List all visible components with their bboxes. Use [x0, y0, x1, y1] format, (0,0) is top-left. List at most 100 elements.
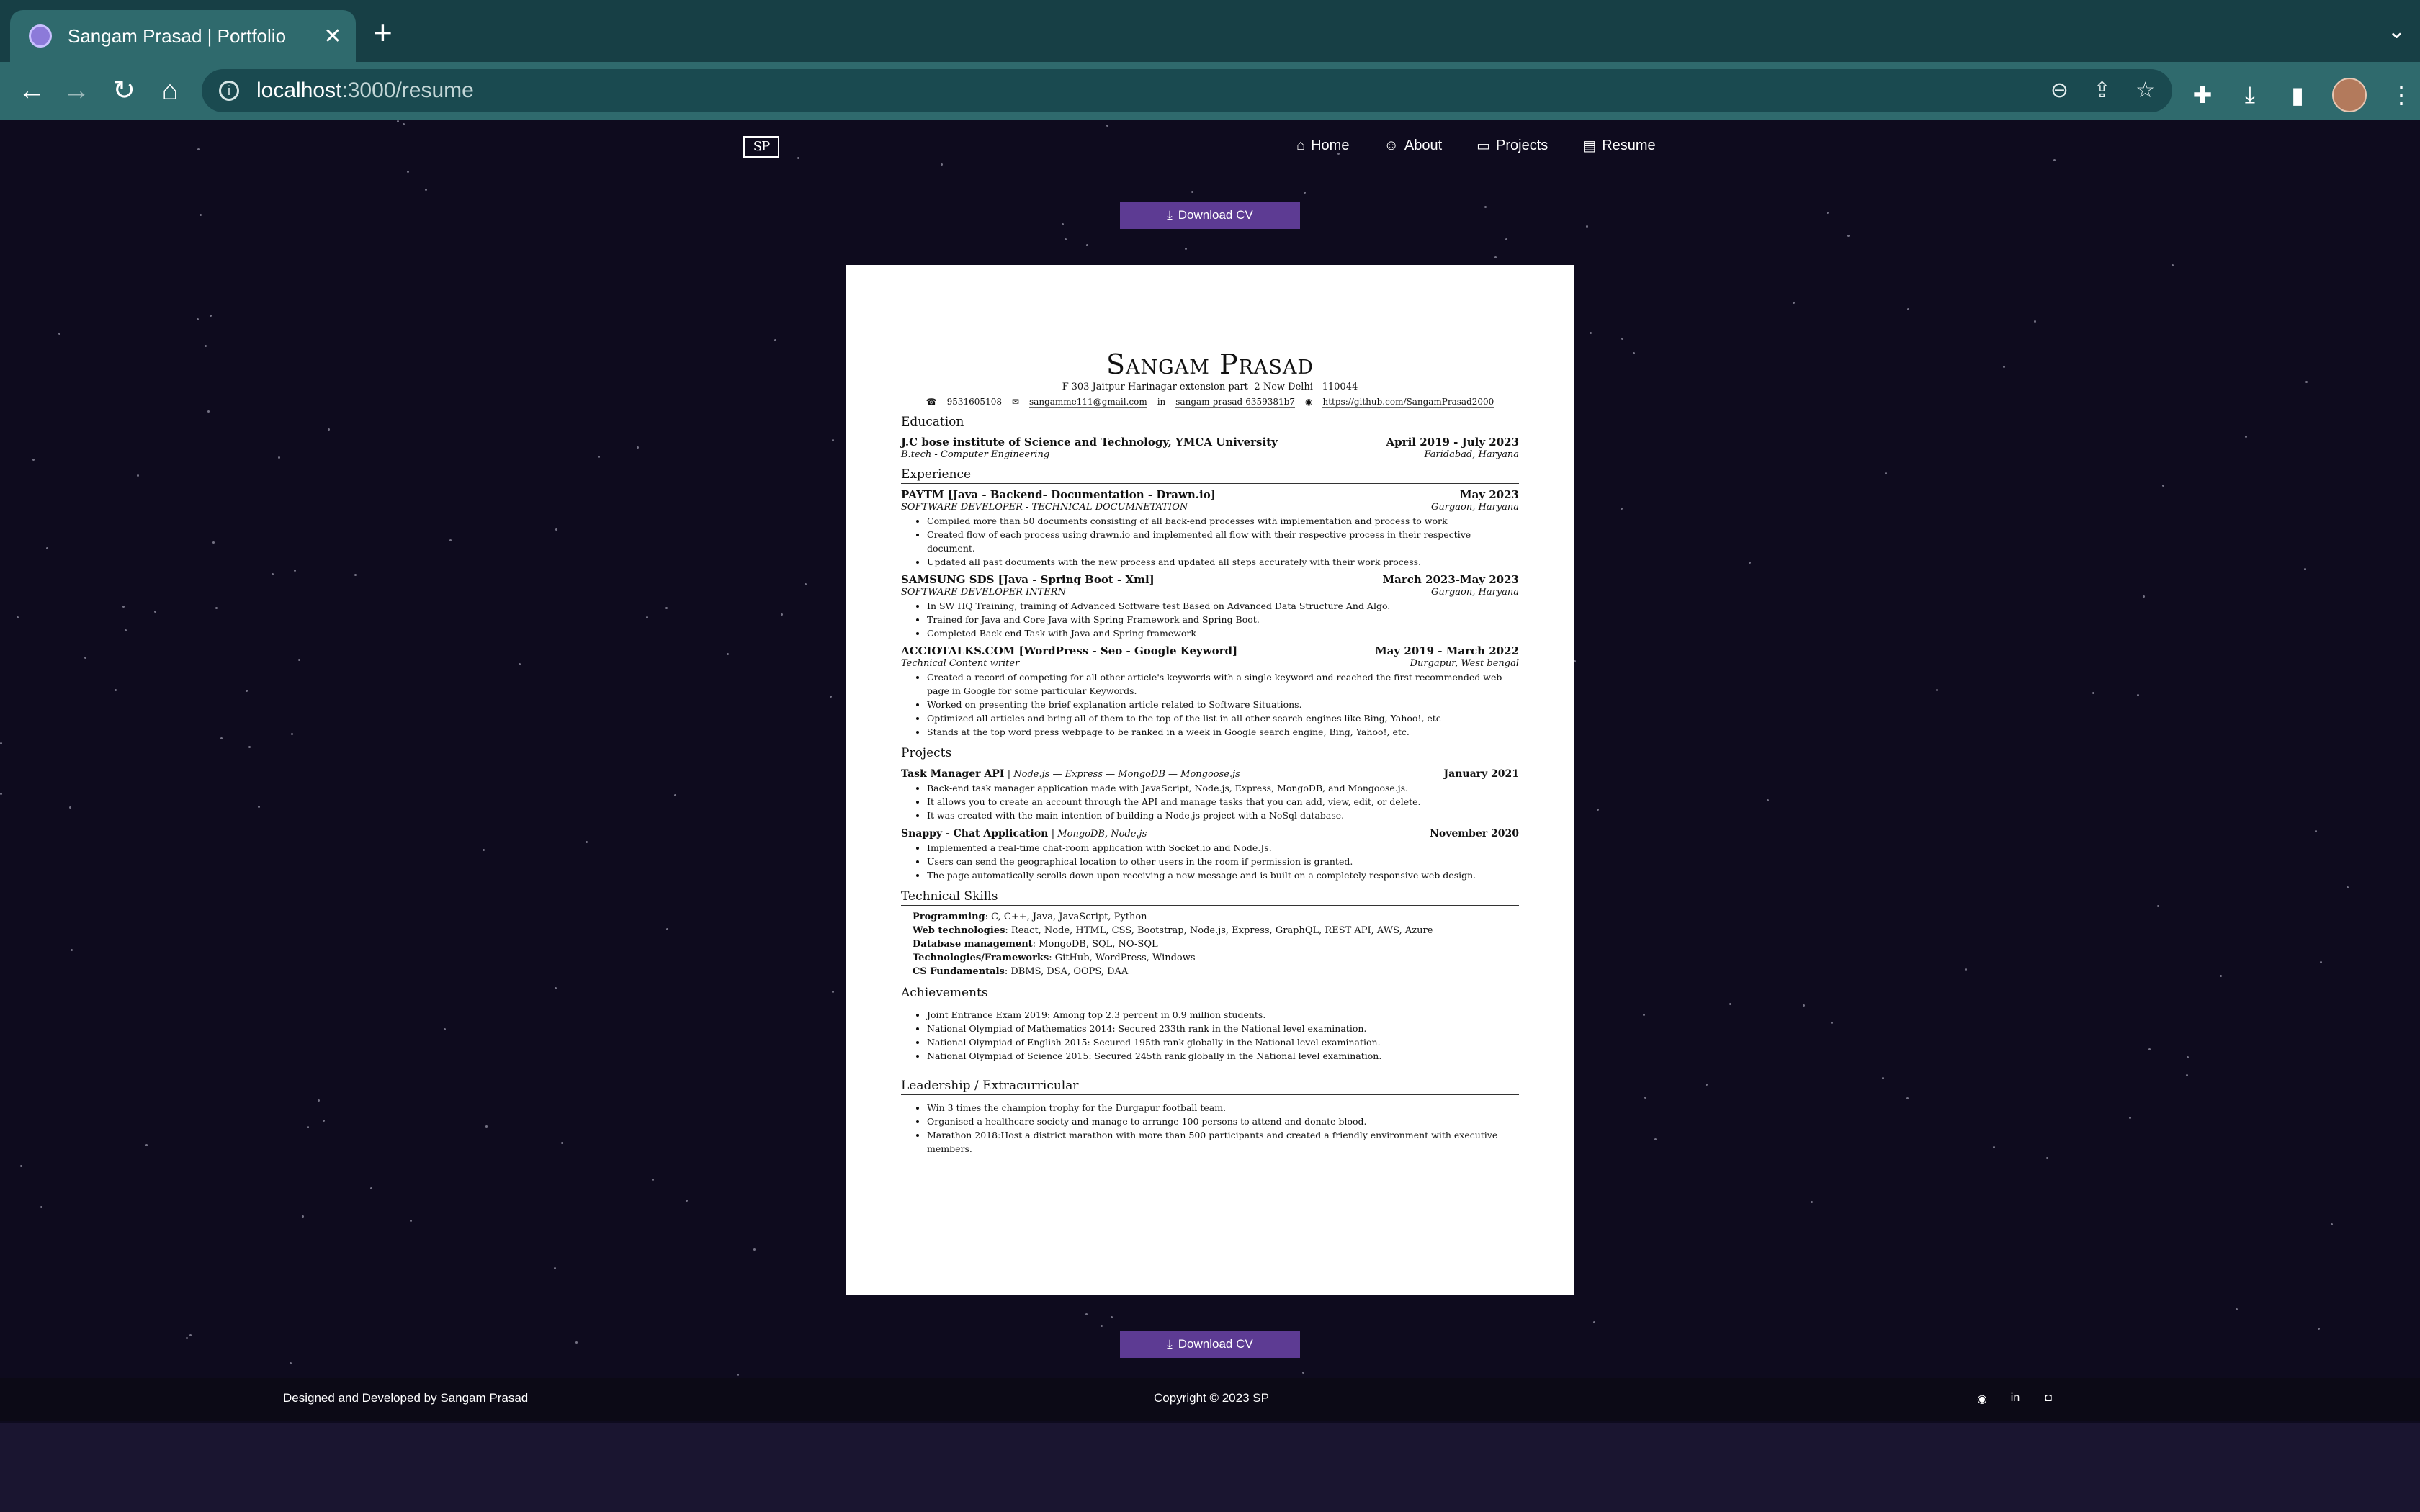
nav-home[interactable]: ⌂ Home [1296, 137, 1349, 155]
star-dot [555, 987, 557, 989]
zoom-icon[interactable]: ⊖ [2051, 78, 2069, 103]
star-dot [307, 1126, 309, 1128]
star-dot [71, 949, 73, 951]
star-dot [586, 841, 588, 843]
kebab-menu-icon[interactable]: ⋮ [2388, 81, 2414, 109]
extensions-puzzle-icon[interactable]: ✚ [2190, 81, 2215, 109]
download-cv-button-bottom[interactable]: ⤓ Download CV [1120, 1331, 1300, 1358]
star-dot [397, 120, 399, 122]
star-dot [2220, 975, 2222, 977]
star-dot [483, 849, 485, 851]
resume-address: F-303 Jaitpur Harinagar extension part -… [1062, 382, 1358, 392]
star-dot [2148, 1048, 2151, 1050]
footer-copyright: Copyright © 2023 SP [1154, 1391, 1269, 1405]
star-dot [69, 806, 71, 809]
address-bar[interactable]: i localhost:3000/resume ⊖ ⇪ ☆ [202, 69, 2172, 112]
url-text[interactable]: localhost:3000/resume [256, 78, 474, 103]
list-item: Joint Entrance Exam 2019: Among top 2.3 … [927, 1008, 1519, 1022]
star-dot [272, 573, 274, 575]
star-dot [1185, 248, 1187, 250]
nav-projects[interactable]: ▭ Projects [1476, 137, 1548, 155]
star-dot [278, 456, 280, 459]
star-dot [1793, 302, 1795, 304]
new-tab-button[interactable]: + [373, 16, 393, 49]
star-dot [805, 583, 807, 585]
education-row: J.C bose institute of Science and Techno… [901, 436, 1519, 449]
list-item: In SW HQ Training, training of Advanced … [927, 599, 1519, 613]
star-dot [0, 742, 2, 744]
footer-credit: Designed and Developed by Sangam Prasad [283, 1391, 529, 1405]
chevron-down-icon[interactable]: ⌄ [2388, 19, 2406, 44]
star-dot [485, 1125, 488, 1128]
linkedin-icon[interactable]: in [2009, 1392, 2021, 1406]
list-item: It allows you to create an account throu… [927, 795, 1519, 809]
star-dot [354, 574, 357, 576]
star-dot [2157, 905, 2159, 907]
share-icon[interactable]: ⇪ [2093, 78, 2111, 103]
bookmark-star-icon[interactable]: ☆ [2136, 78, 2155, 103]
skill-row: CS Fundamentals: DBMS, DSA, OOPS, DAA [913, 966, 1129, 977]
download-cv-button-top[interactable]: ⤓ Download CV [1120, 202, 1300, 229]
star-dot [205, 345, 207, 347]
star-dot [774, 339, 776, 341]
resume-document: Sangam Prasad F-303 Jaitpur Harinagar ex… [846, 265, 1574, 1295]
github-icon[interactable]: ◉ [1976, 1392, 1988, 1406]
linkedin-icon: in [1157, 397, 1166, 407]
star-dot [328, 428, 330, 431]
nav-resume[interactable]: ▤ Resume [1582, 137, 1655, 155]
star-dot [302, 1215, 304, 1218]
star-dot [1586, 225, 1588, 228]
star-dot [290, 1362, 292, 1364]
star-dot [370, 1187, 372, 1189]
star-dot [258, 806, 260, 808]
star-dot [832, 439, 834, 441]
site-info-icon[interactable]: i [219, 81, 239, 101]
star-dot [1643, 1014, 1645, 1016]
instagram-icon[interactable]: ◘ [2043, 1392, 2054, 1406]
side-panel-icon[interactable]: ▮ [2285, 81, 2311, 109]
star-dot [1993, 1146, 1995, 1148]
section-heading: Projects [901, 746, 1519, 762]
list-item: Compiled more than 50 documents consisti… [927, 514, 1519, 528]
home-icon[interactable]: ⌂ [151, 72, 189, 109]
list-item: Marathon 2018:Host a district marathon w… [927, 1128, 1519, 1156]
user-icon: ☺ [1384, 138, 1399, 153]
list-item: Worked on presenting the brief explanati… [927, 698, 1519, 711]
star-dot [2304, 568, 2306, 570]
star-dot [1847, 235, 1850, 237]
skills-list: Programming: C, C++, Java, JavaScript, P… [901, 910, 1519, 978]
star-dot [1965, 968, 1967, 971]
site-logo[interactable]: SP [743, 136, 779, 158]
back-arrow-icon[interactable]: ← [13, 72, 50, 109]
star-dot [1729, 1003, 1731, 1005]
star-dot [753, 1248, 756, 1251]
star-dot [1811, 1201, 1813, 1203]
star-dot [197, 148, 200, 150]
download-icon[interactable]: ⤓ [2237, 81, 2263, 109]
star-dot [200, 214, 202, 216]
main-nav: ⌂ Home ☺ About ▭ Projects ▤ Resume [1296, 137, 1656, 155]
achievements-list: Joint Entrance Exam 2019: Among top 2.3 … [901, 1008, 1519, 1063]
star-dot [220, 737, 223, 739]
star-dot [575, 1341, 578, 1344]
star-dot [1191, 191, 1193, 193]
star-dot [1936, 689, 1938, 691]
tab-close-icon[interactable]: ✕ [317, 24, 349, 49]
profile-avatar[interactable] [2332, 78, 2367, 112]
browser-tab-active[interactable]: Sangam Prasad | Portfolio ✕ [10, 10, 356, 62]
star-dot [1906, 1097, 1909, 1099]
star-dot [0, 793, 2, 795]
star-dot [1644, 1097, 1646, 1099]
star-dot [1086, 244, 1088, 246]
star-dot [666, 607, 668, 609]
forward-arrow-icon[interactable]: → [58, 72, 95, 109]
reload-icon[interactable]: ↻ [105, 72, 143, 109]
star-dot [115, 689, 117, 691]
star-dot [598, 456, 600, 458]
star-dot [323, 1120, 325, 1122]
nav-about[interactable]: ☺ About [1384, 137, 1442, 155]
star-dot [291, 733, 293, 735]
star-dot [1302, 1372, 1304, 1374]
document-icon: ▤ [1582, 138, 1597, 154]
star-dot [410, 1220, 412, 1222]
